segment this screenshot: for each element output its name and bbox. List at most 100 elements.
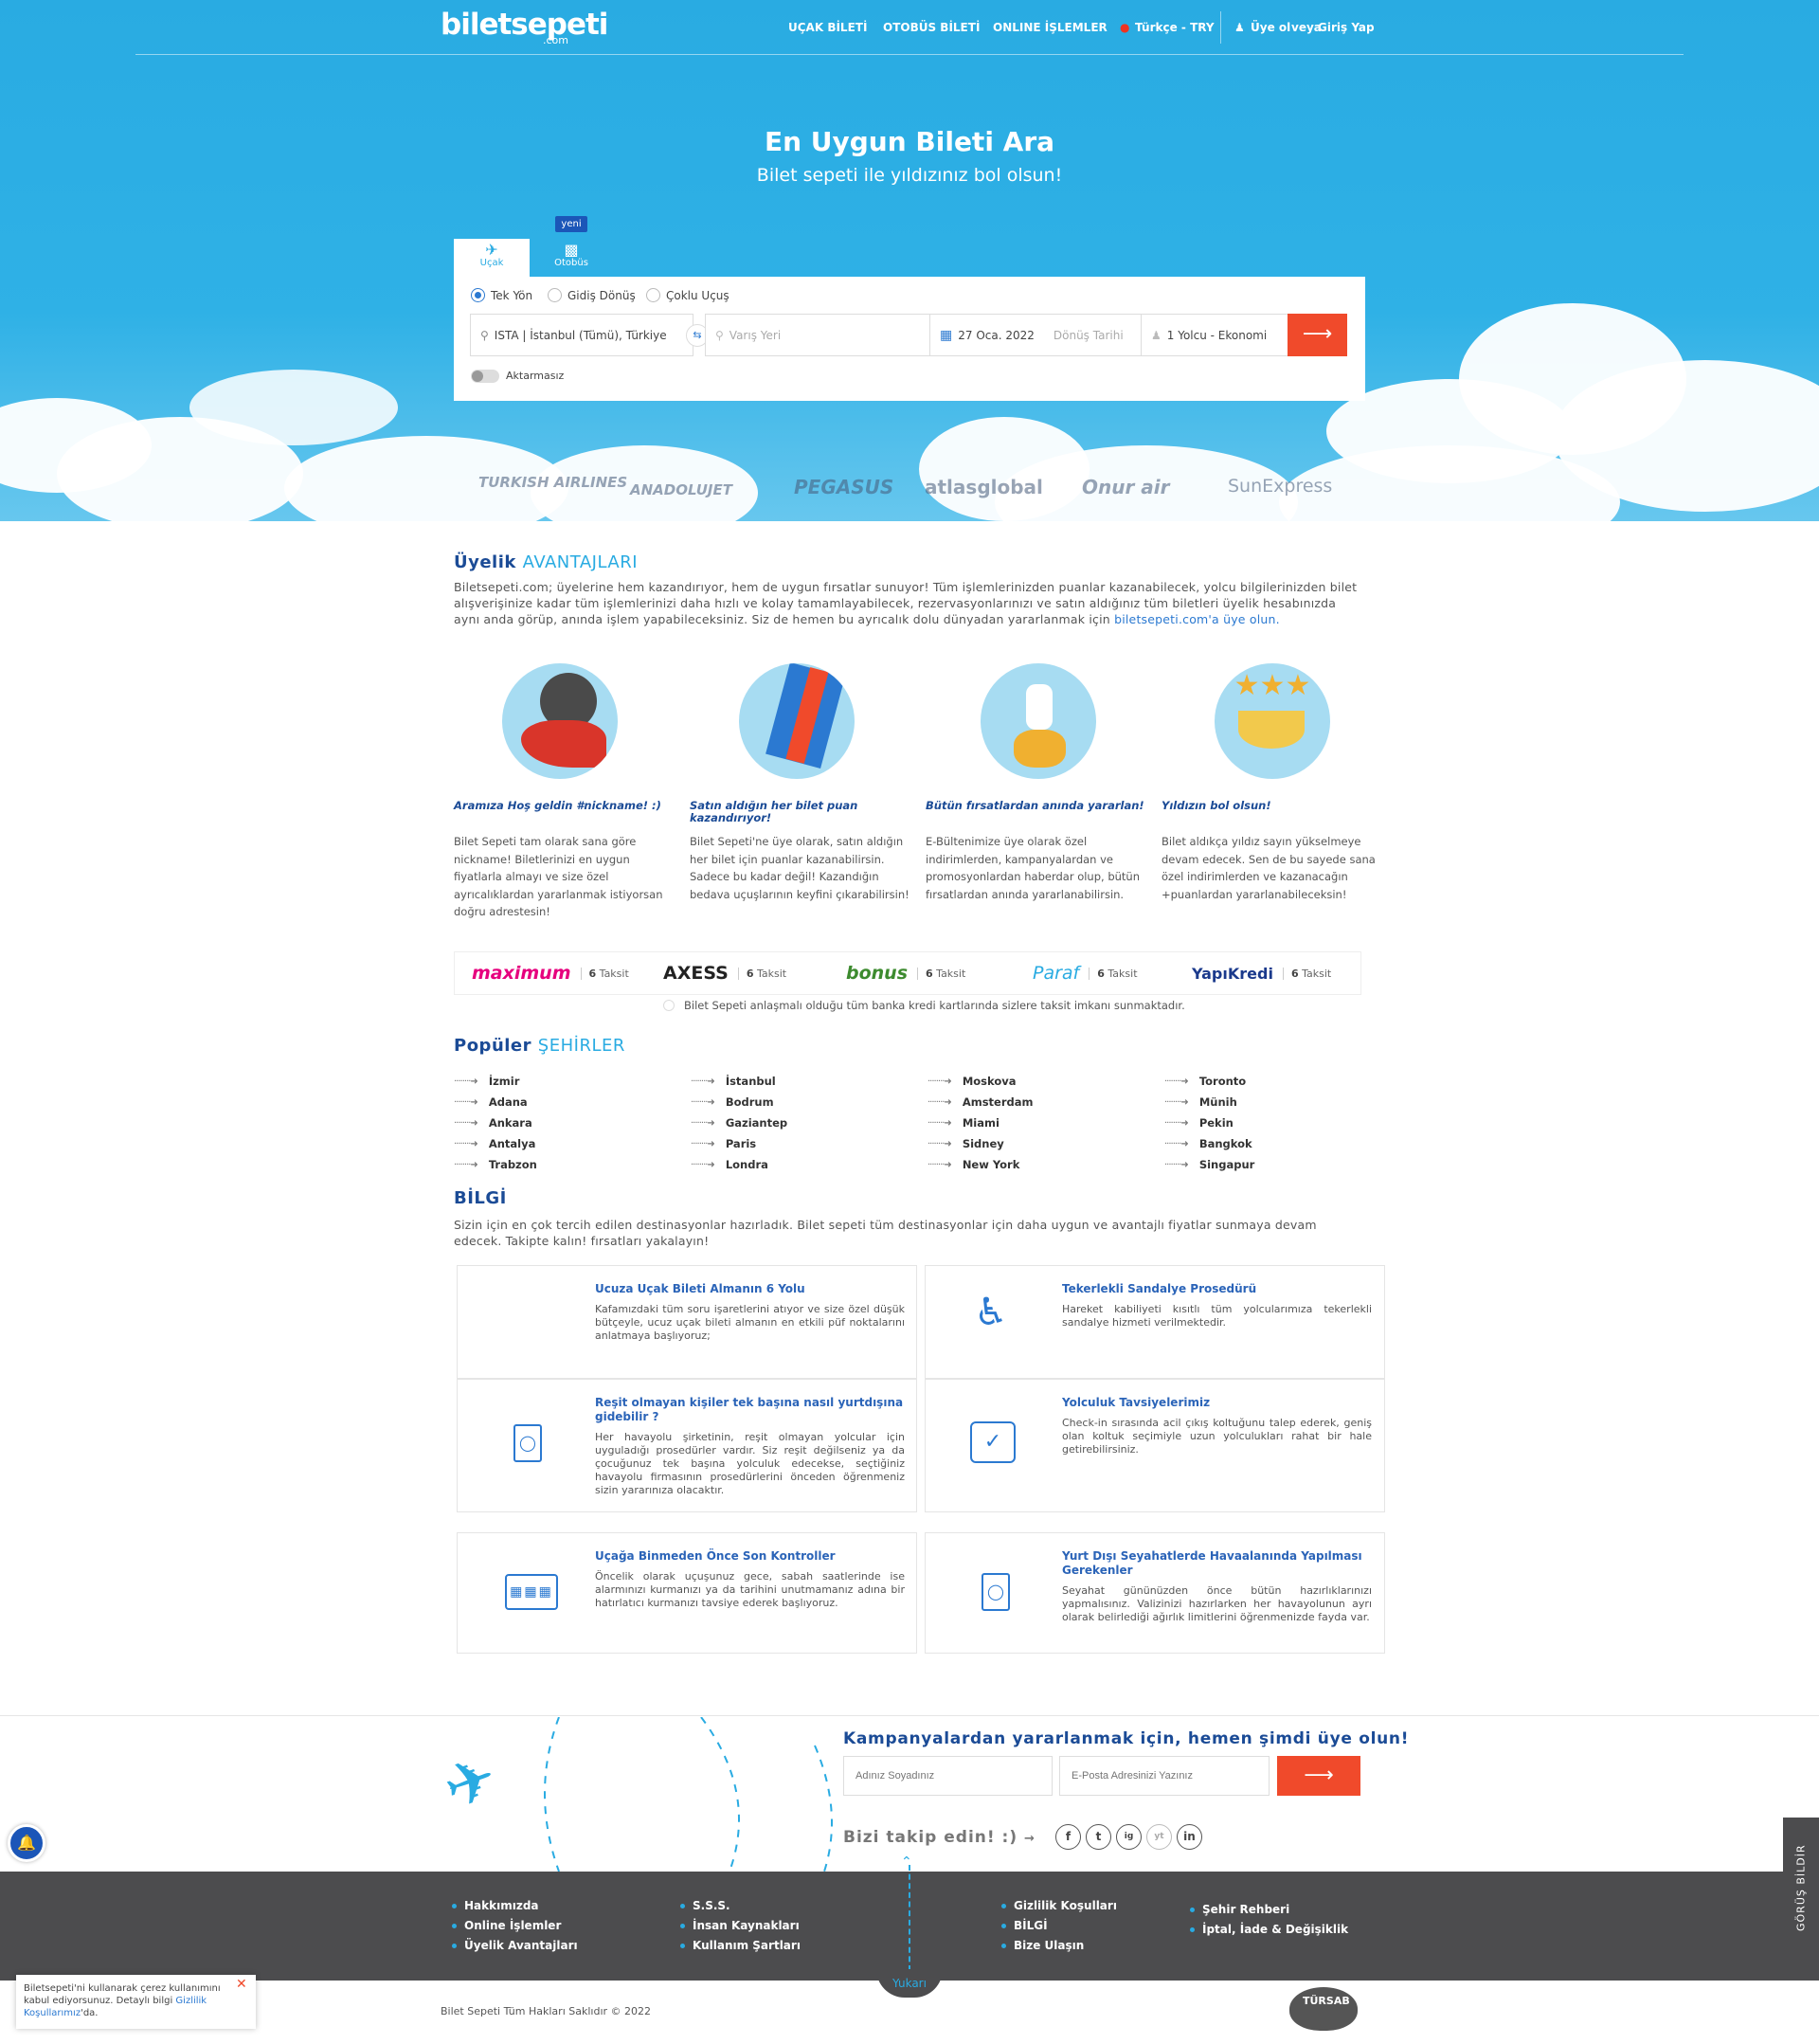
youtube-icon[interactable]: yt (1146, 1824, 1172, 1850)
popular-city-link[interactable]: ········➜ Londra (691, 1158, 768, 1171)
city-name: Singapur (1198, 1158, 1255, 1171)
trip-round-trip-radio[interactable]: Gidiş Dönüş (548, 288, 636, 302)
footer-link[interactable]: BİLGİ (1001, 1919, 1048, 1932)
footer-link[interactable]: İnsan Kaynakları (680, 1919, 800, 1932)
site-logo-suffix: .com (543, 34, 568, 46)
popular-city-link[interactable]: ········➜ Toronto (1164, 1075, 1246, 1088)
popular-city-link[interactable]: ········➜ Singapur (1164, 1158, 1254, 1171)
login-link[interactable]: Giriş Yap (1318, 21, 1375, 34)
feedback-button[interactable]: GÖRÜŞ BİLDİR (1783, 1818, 1819, 1958)
newsletter-submit-button[interactable]: ⟶ (1277, 1756, 1360, 1796)
bank-logo: Paraf (1033, 963, 1080, 984)
popular-city-link[interactable]: ········➜ Moskova (928, 1075, 1017, 1088)
popular-city-link[interactable]: ········➜ Ankara (454, 1116, 532, 1130)
scroll-top-line (909, 1865, 910, 1971)
popular-city-link[interactable]: ········➜ Bodrum (691, 1095, 774, 1109)
popular-city-link[interactable]: ········➜ Antalya (454, 1137, 535, 1150)
hero-banner (0, 0, 1819, 521)
footer-link[interactable]: Bize Ulaşın (1001, 1939, 1084, 1952)
stars-illustration: ★★★ (1215, 663, 1330, 779)
arrow-right-icon: ········➜ (691, 1076, 715, 1087)
departure-date-input[interactable]: ▦ 27 Oca. 2022 Dönüş Tarihi (929, 314, 1142, 356)
info-card-title[interactable]: Uçağa Binmeden Önce Son Kontroller (595, 1549, 905, 1564)
info-circle-icon (663, 1000, 675, 1011)
nav-flight-tickets[interactable]: UÇAK BİLETİ (788, 21, 867, 34)
scroll-to-top-button[interactable]: Yukarı (876, 1969, 943, 1998)
return-date-placeholder[interactable]: Dönüş Tarihi (1054, 329, 1124, 342)
newsletter-name-input[interactable] (843, 1756, 1053, 1796)
close-icon[interactable]: ✕ (236, 1977, 247, 1992)
origin-input[interactable]: ⚲ ISTA | İstanbul (Tümü), Türkiye (470, 314, 693, 356)
popular-city-link[interactable]: ········➜ Trabzon (454, 1158, 537, 1171)
facebook-icon[interactable]: f (1055, 1824, 1081, 1850)
popular-city-link[interactable]: ········➜ Münih (1164, 1095, 1237, 1109)
trip-one-way-label: Tek Yön (491, 288, 533, 302)
advantage-title: Satın aldığın her bilet puan kazandırıyo… (690, 799, 858, 824)
popular-city-link[interactable]: ········➜ Adana (454, 1095, 528, 1109)
airline-logo: TURKISH AIRLINES (478, 474, 628, 491)
destination-input[interactable]: ⚲ Varış Yeri (705, 314, 930, 356)
popular-city-link[interactable]: ········➜ Miami (928, 1116, 1000, 1130)
footer-link[interactable]: Gizlilik Koşulları (1001, 1899, 1117, 1912)
notification-bell-icon[interactable]: 🔔 (8, 1824, 45, 1862)
trip-multi-radio[interactable]: Çoklu Uçuş (646, 288, 729, 302)
ticket-illustration (739, 663, 855, 779)
info-card-title[interactable]: Ucuza Uçak Bileti Almanın 6 Yolu (595, 1282, 905, 1296)
footer-link[interactable]: Kullanım Şartları (680, 1939, 801, 1952)
popular-city-link[interactable]: ········➜ Paris (691, 1137, 756, 1150)
arrow-right-icon: ········➜ (928, 1138, 952, 1149)
popular-city-link[interactable]: ········➜ New York (928, 1158, 1019, 1171)
search-button[interactable]: ⟶ (1288, 314, 1347, 356)
footer-link[interactable]: S.S.S. (680, 1899, 730, 1912)
nav-bus-tickets[interactable]: OTOBÜS BİLETİ (883, 21, 980, 34)
tab-bus[interactable]: ▩ Otobüs (533, 239, 609, 277)
popular-city-link[interactable]: ········➜ İstanbul (691, 1075, 776, 1088)
bank-item: bonus 6 Taksit (846, 958, 965, 988)
popular-city-link[interactable]: ········➜ İzmir (454, 1075, 519, 1088)
city-name: Pekin (1198, 1116, 1234, 1130)
destination-placeholder: Varış Yeri (729, 328, 782, 342)
airline-logo: ANADOLUJET (630, 481, 732, 498)
popular-city-link[interactable]: ········➜ Gaziantep (691, 1116, 787, 1130)
info-card-text: Seyahat gününüzden önce bütün hazırlıkla… (1062, 1584, 1372, 1623)
footer-link[interactable]: Hakkımızda (452, 1899, 539, 1912)
popular-city-link[interactable]: ········➜ Amsterdam (928, 1095, 1033, 1109)
advantage-text: E-Bültenimize üye olarak özel indirimler… (926, 835, 1141, 901)
bank-item: Paraf 6 Taksit (1033, 958, 1138, 988)
passenger-selector[interactable]: ♟ 1 Yolcu - Ekonomi (1141, 314, 1288, 356)
popular-city-link[interactable]: ········➜ Bangkok (1164, 1137, 1252, 1150)
direct-flight-toggle[interactable] (471, 370, 499, 383)
info-card-title[interactable]: Yurt Dışı Seyahatlerde Havaalanında Yapı… (1062, 1549, 1372, 1578)
info-card-title[interactable]: Reşit olmayan kişiler tek başına nasıl y… (595, 1396, 905, 1424)
city-name: Trabzon (488, 1158, 537, 1171)
footer-link[interactable]: Online İşlemler (452, 1919, 561, 1932)
popular-city-link[interactable]: ········➜ Pekin (1164, 1116, 1234, 1130)
nav-online-operations[interactable]: ONLINE İŞLEMLER (993, 21, 1108, 34)
arrow-right-icon: → (1024, 1832, 1036, 1846)
signup-inline-link[interactable]: biletsepeti.com'a üye olun. (1114, 612, 1280, 626)
city-name: Antalya (488, 1137, 536, 1150)
footer-link[interactable]: Üyelik Avantajları (452, 1939, 578, 1952)
passport-icon: ◯ (982, 1573, 1010, 1611)
footer-link[interactable]: İptal, İade & Değişiklik (1190, 1923, 1348, 1936)
trip-one-way-radio[interactable]: Tek Yön (471, 288, 532, 302)
instagram-icon[interactable]: ig (1116, 1824, 1142, 1850)
footer-link[interactable]: Şehir Rehberi (1190, 1903, 1289, 1916)
info-card-title[interactable]: Tekerlekli Sandalye Prosedürü (1062, 1282, 1372, 1296)
linkedin-icon[interactable]: in (1177, 1824, 1202, 1850)
follow-us-label: Bizi takip edin! :) → (843, 1828, 1036, 1847)
signup-link[interactable]: Üye ol (1251, 21, 1290, 34)
newsletter-email-input[interactable] (1059, 1756, 1270, 1796)
popular-city-link[interactable]: ········➜ Sidney (928, 1137, 1004, 1150)
bank-item: maximum 6 Taksit (472, 958, 629, 988)
arrow-right-icon: ········➜ (454, 1159, 478, 1170)
site-logo[interactable]: biletsepeti (441, 8, 608, 42)
info-card-title[interactable]: Yolculuk Tavsiyelerimiz (1062, 1396, 1372, 1410)
tab-flight[interactable]: ✈ Uçak (454, 239, 530, 277)
person-icon: ♟ (1151, 328, 1162, 342)
copyright: Bilet Sepeti Tüm Hakları Saklıdır © 2022 (441, 2005, 652, 2017)
installment-label: 6 Taksit (917, 967, 965, 980)
twitter-icon[interactable]: t (1086, 1824, 1111, 1850)
origin-value: ISTA | İstanbul (Tümü), Türkiye (494, 328, 667, 342)
language-currency-selector[interactable]: Türkçe - TRY (1135, 21, 1215, 34)
